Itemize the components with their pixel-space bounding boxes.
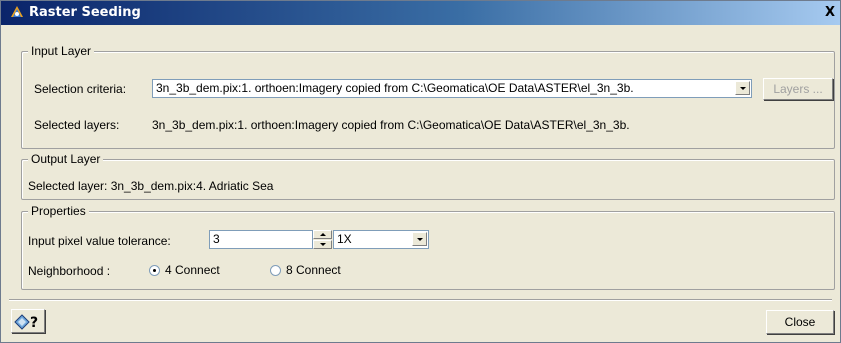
tolerance-spinner[interactable] bbox=[313, 230, 332, 249]
chevron-down-icon[interactable] bbox=[412, 232, 427, 246]
multiplier-value: 1X bbox=[337, 232, 352, 246]
output-selected-layer: Selected layer: 3n_3b_dem.pix:4. Adriati… bbox=[28, 179, 274, 193]
selected-layers-label: Selected layers: bbox=[34, 118, 120, 132]
spin-down-icon[interactable] bbox=[313, 240, 332, 249]
selection-criteria-label: Selection criteria: bbox=[34, 82, 127, 96]
chevron-down-icon[interactable] bbox=[735, 81, 750, 95]
help-button[interactable]: ? bbox=[11, 309, 45, 333]
raster-seeding-window: Raster Seeding X Input Layer Selection c… bbox=[0, 0, 841, 343]
tolerance-input[interactable]: 3 bbox=[209, 230, 313, 249]
tolerance-label: Input pixel value tolerance: bbox=[28, 234, 171, 248]
properties-legend: Properties bbox=[28, 204, 89, 218]
properties-group: Properties bbox=[21, 204, 835, 290]
close-window-button[interactable]: X bbox=[822, 5, 838, 21]
input-layer-legend: Input Layer bbox=[28, 44, 95, 58]
footer-separator bbox=[9, 299, 832, 301]
label-8-connect[interactable]: 8 Connect bbox=[286, 263, 341, 277]
spin-up-icon[interactable] bbox=[313, 230, 332, 239]
selection-criteria-value: 3n_3b_dem.pix:1. orthoen:Imagery copied … bbox=[156, 81, 634, 95]
close-button[interactable]: Close bbox=[766, 310, 834, 334]
neighborhood-label: Neighborhood : bbox=[28, 264, 111, 278]
layers-button[interactable]: Layers ... bbox=[763, 78, 833, 100]
label-4-connect[interactable]: 4 Connect bbox=[165, 263, 220, 277]
multiplier-dropdown[interactable]: 1X bbox=[333, 230, 429, 249]
svg-text:?: ? bbox=[30, 315, 38, 331]
selected-layers-value: 3n_3b_dem.pix:1. orthoen:Imagery copied … bbox=[152, 118, 630, 132]
window-title: Raster Seeding bbox=[29, 5, 141, 20]
title-bar: Raster Seeding X bbox=[1, 1, 840, 25]
input-layer-group: Input Layer bbox=[21, 44, 835, 149]
geomatica-app-icon bbox=[11, 6, 23, 17]
radio-4-connect[interactable] bbox=[149, 265, 160, 276]
selection-criteria-dropdown[interactable]: 3n_3b_dem.pix:1. orthoen:Imagery copied … bbox=[152, 79, 752, 98]
help-book-icon: ? bbox=[14, 314, 38, 331]
output-layer-legend: Output Layer bbox=[28, 152, 104, 166]
radio-8-connect[interactable] bbox=[270, 265, 281, 276]
